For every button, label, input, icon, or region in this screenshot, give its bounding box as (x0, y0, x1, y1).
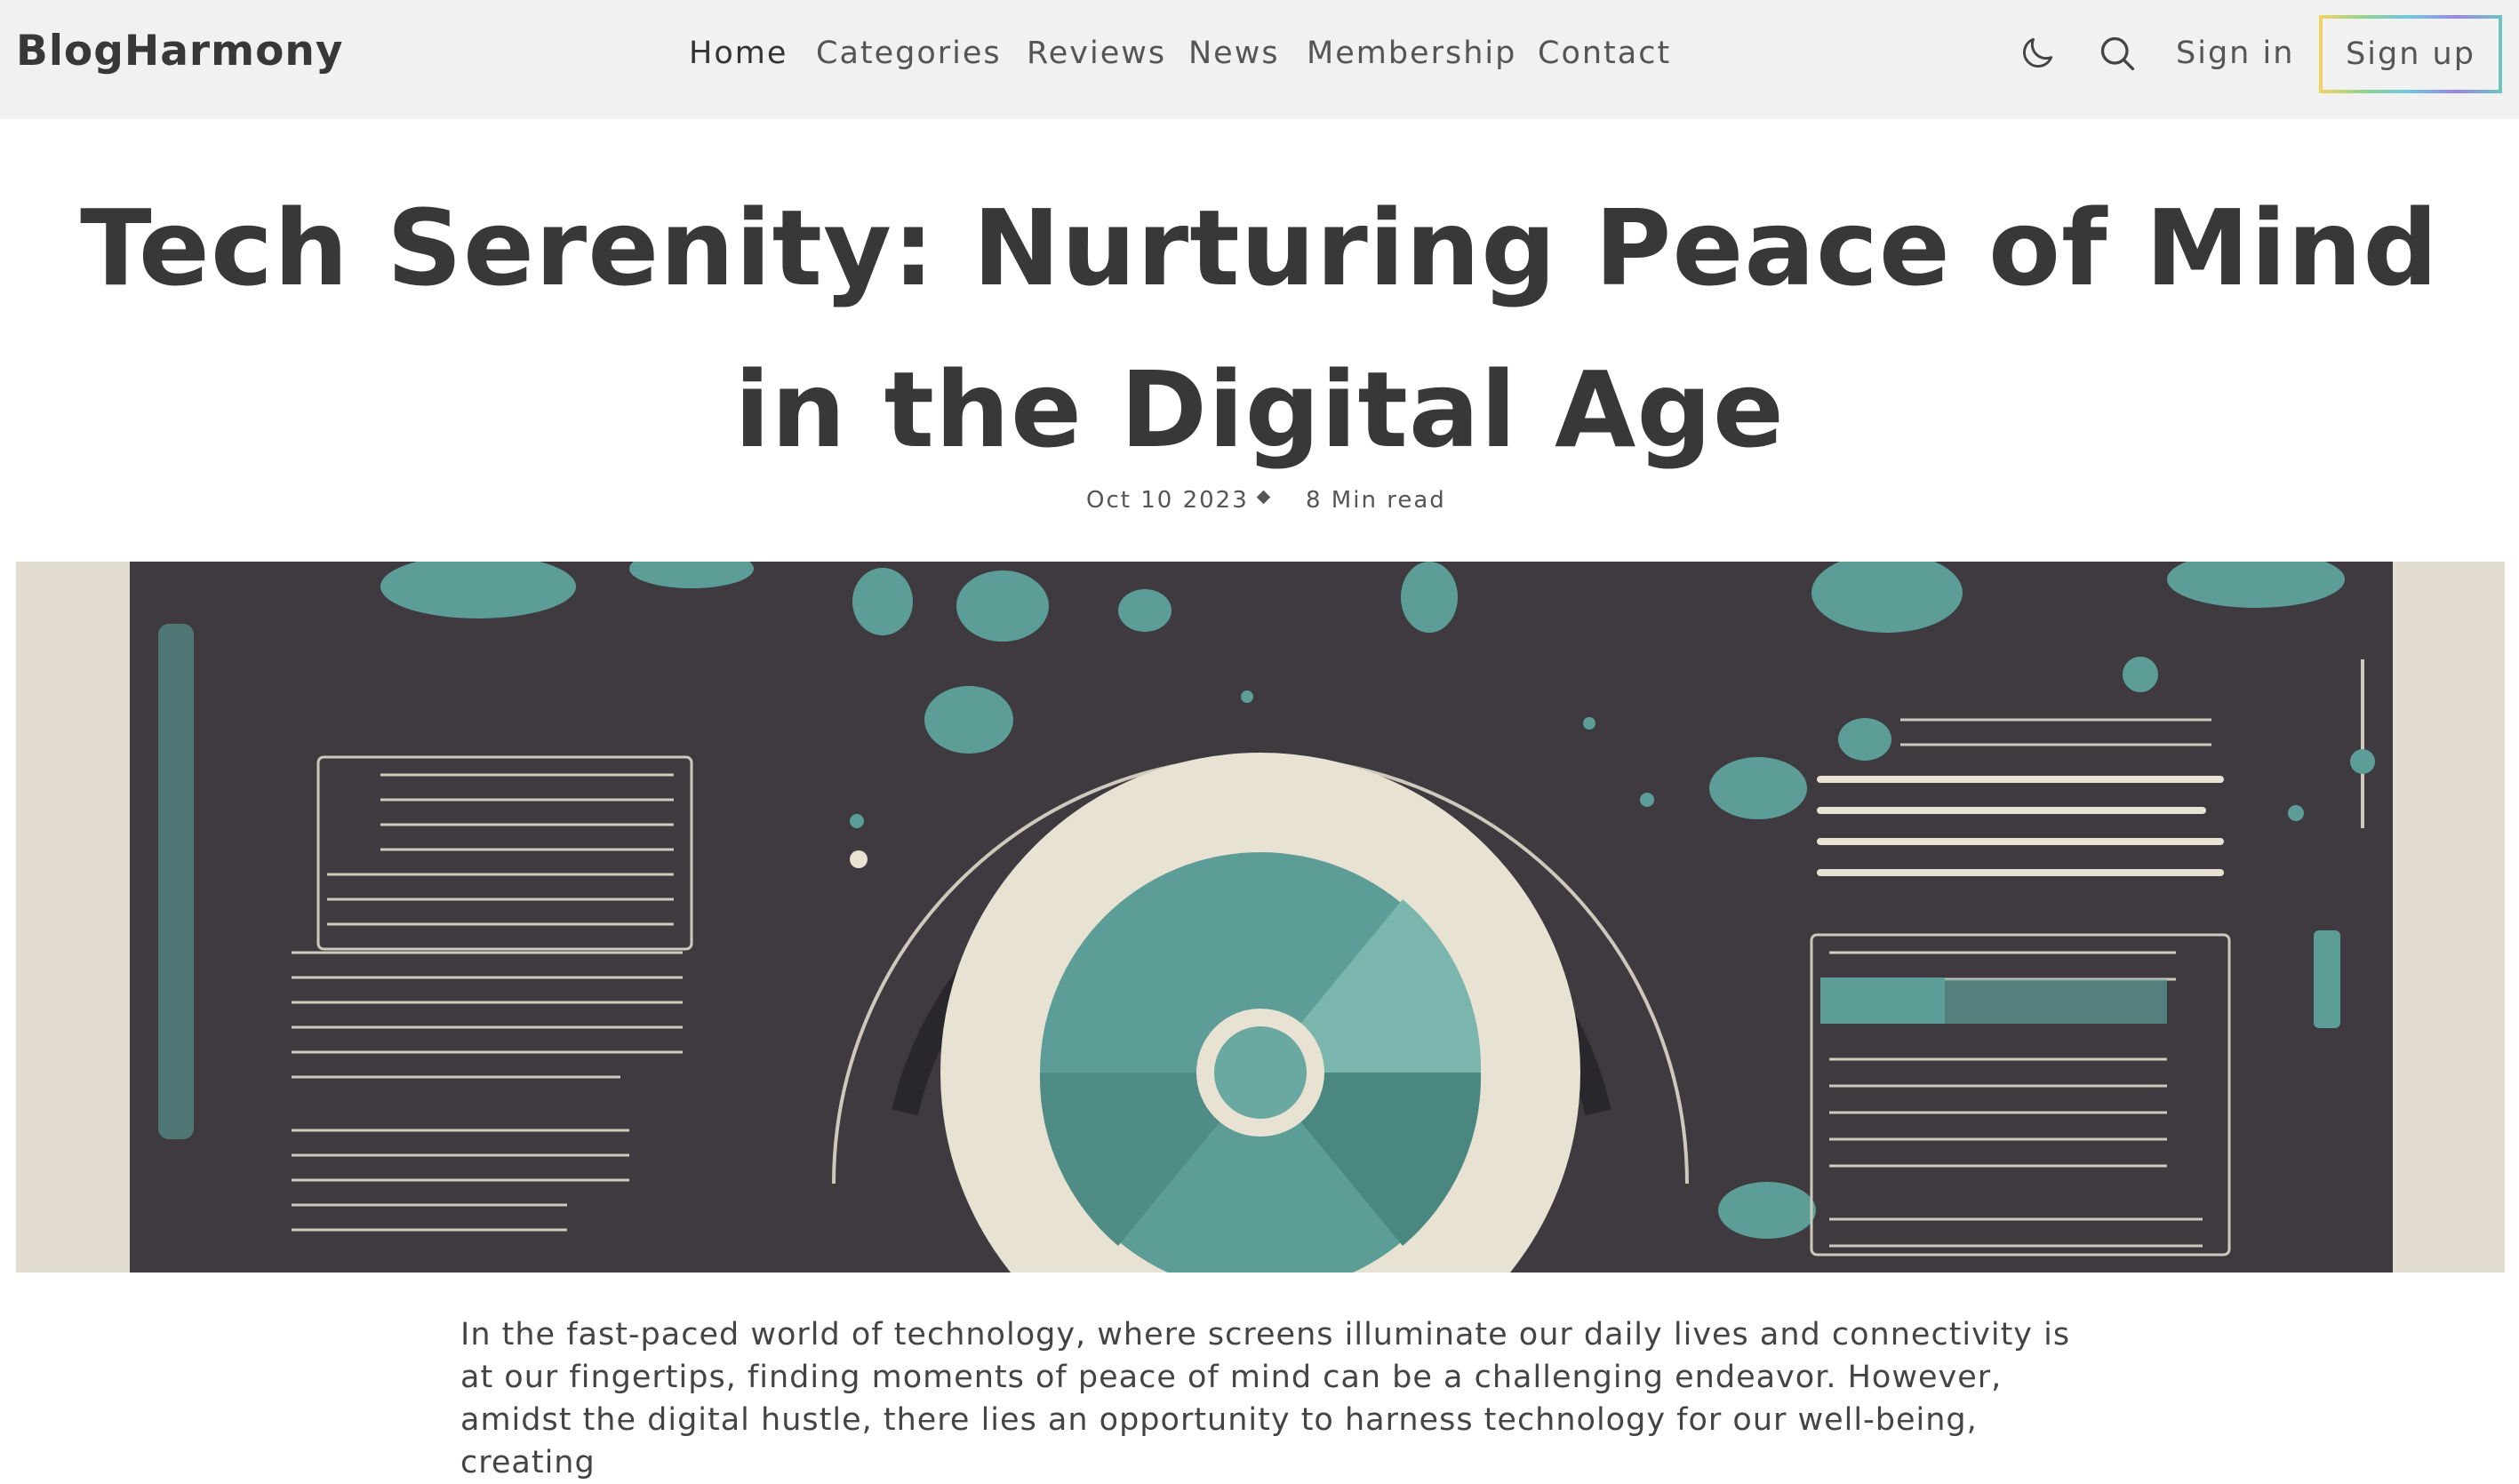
read-time: 8 Min read (1306, 487, 1446, 514)
article-body: In the fast-paced world of technology, w… (460, 1313, 2087, 1484)
meta-separator (1256, 490, 1271, 505)
nav-reviews[interactable]: Reviews (1027, 36, 1166, 71)
sign-in-link[interactable]: Sign in (2176, 36, 2294, 71)
nav-membership[interactable]: Membership (1307, 36, 1516, 71)
nav-news[interactable]: News (1188, 36, 1280, 71)
site-header: BlogHarmony Home Categories Reviews News… (0, 0, 2519, 119)
sign-up-button[interactable]: Sign up (2319, 15, 2502, 93)
moon-icon (2023, 37, 2053, 68)
search-button[interactable] (2096, 32, 2139, 75)
hero-image (16, 562, 2505, 1273)
nav-contact[interactable]: Contact (1538, 36, 1671, 71)
search-icon (2100, 36, 2135, 71)
article-title: Tech Serenity: Nurturing Peace of Mind i… (80, 187, 2439, 471)
dark-mode-toggle[interactable] (2016, 32, 2059, 75)
nav-home[interactable]: Home (689, 36, 788, 71)
site-logo[interactable]: BlogHarmony (16, 27, 343, 76)
article-intro-paragraph: In the fast-paced world of technology, w… (460, 1317, 2071, 1480)
sign-up-label: Sign up (2323, 19, 2499, 90)
hero-illustration (16, 562, 2505, 1273)
nav-categories[interactable]: Categories (816, 36, 1002, 71)
article-meta: Oct 10 2023 8 Min read (0, 487, 2519, 515)
publish-date: Oct 10 2023 (1086, 487, 1249, 514)
